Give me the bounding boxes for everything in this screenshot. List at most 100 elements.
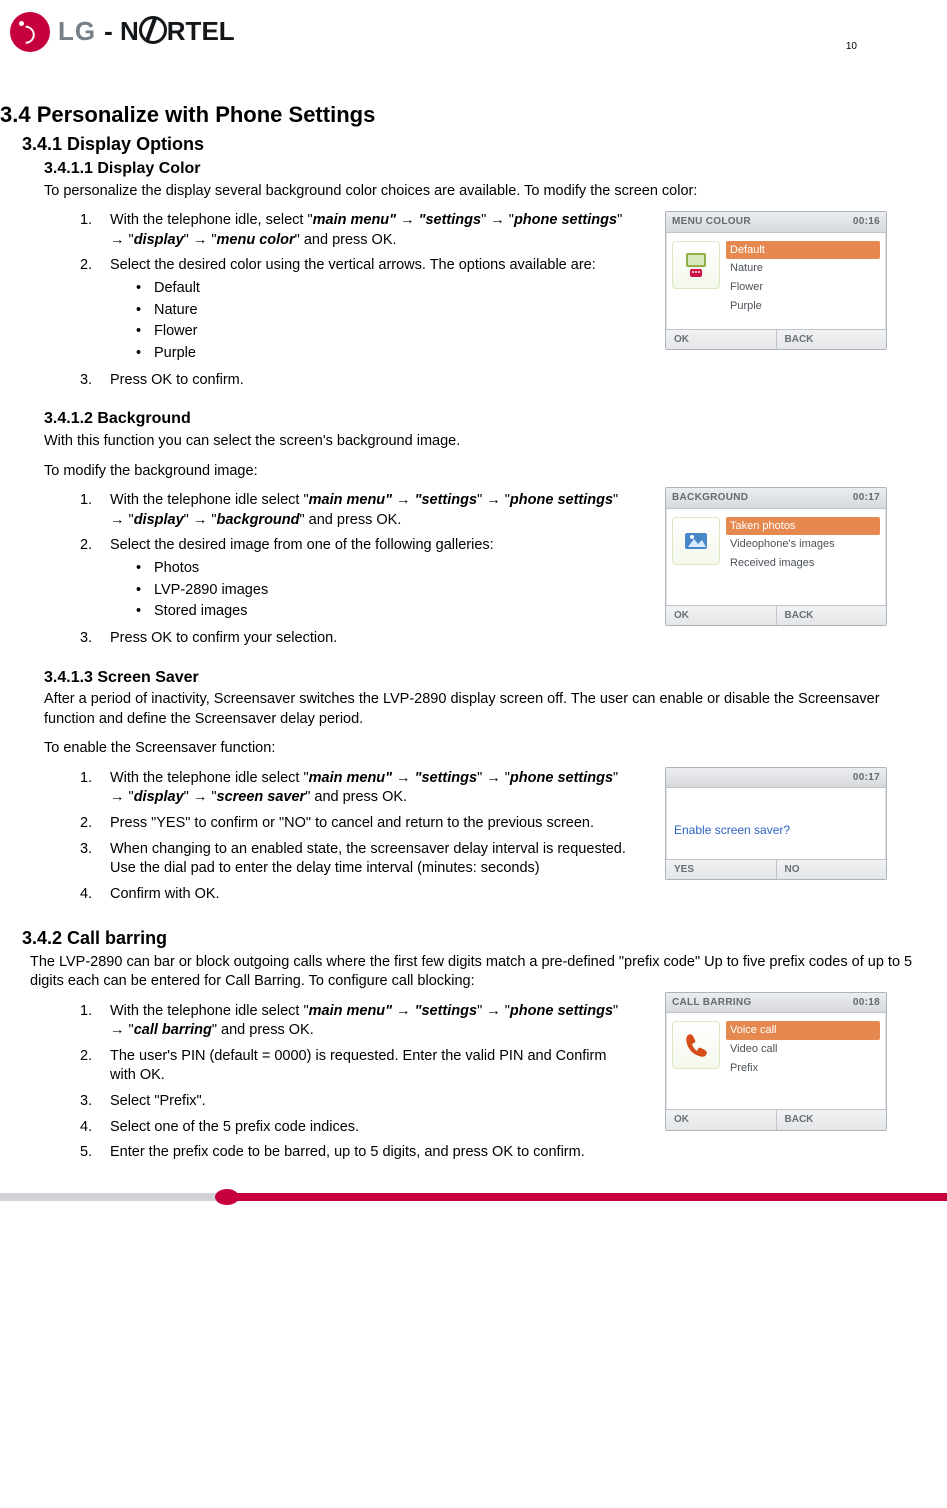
- screenshot-time: 00:17: [853, 491, 880, 505]
- screenshot-body: Default Nature Flower Purple: [666, 233, 886, 329]
- softkey-ok[interactable]: OK: [666, 330, 776, 350]
- option-default: Default: [126, 278, 628, 300]
- softkey-ok[interactable]: OK: [666, 1110, 776, 1130]
- screenshot-header: MENU COLOUR 00:16: [666, 212, 886, 233]
- para-background-a: With this function you can select the sc…: [44, 432, 914, 452]
- screenshot-body: Voice call Video call Prefix: [666, 1013, 886, 1109]
- screenshot-time: 00:17: [853, 771, 880, 785]
- nortel-o-icon: [139, 16, 167, 44]
- softkey-back[interactable]: BACK: [776, 1110, 887, 1130]
- step-2: Select the desired color using the verti…: [68, 256, 628, 365]
- screenshot-prompt: Enable screen saver?: [666, 788, 886, 858]
- menu-item-purple[interactable]: Purple: [726, 297, 880, 316]
- step-4: Select one of the 5 prefix code indices.: [68, 1118, 628, 1138]
- nortel-text: - NRTEL: [104, 14, 235, 49]
- option-flower: Flower: [126, 321, 628, 343]
- heading-3-4-1: 3.4.1 Display Options: [22, 132, 947, 156]
- logo-row: LG - NRTEL: [0, 8, 947, 52]
- step-3: Press OK to confirm.: [68, 371, 628, 391]
- screenshot-time: 00:16: [853, 215, 880, 229]
- option-stored-images: Stored images: [126, 601, 628, 623]
- para-screensaver-b: To enable the Screensaver function:: [44, 739, 914, 759]
- step-1: With the telephone idle select "main men…: [68, 491, 628, 530]
- step-2: The user's PIN (default = 0000) is reque…: [68, 1047, 628, 1086]
- screenshot-title: CALL BARRING: [672, 996, 752, 1010]
- content: 3.4 Personalize with Phone Settings 3.4.…: [0, 52, 947, 1163]
- option-purple: Purple: [126, 343, 628, 365]
- softkey-back[interactable]: BACK: [776, 330, 887, 350]
- softkey-back[interactable]: BACK: [776, 606, 887, 626]
- menu-item-received-images[interactable]: Received images: [726, 554, 880, 573]
- menu-item-flower[interactable]: Flower: [726, 278, 880, 297]
- section-call-barring: CALL BARRING 00:18 Voice call Video call…: [0, 1002, 947, 1163]
- screenshot-footer: OK BACK: [666, 605, 886, 626]
- screenshot-title: BACKGROUND: [672, 491, 748, 505]
- section-display-color: MENU COLOUR 00:16 Default Nature Flower …: [0, 211, 947, 390]
- gallery-options: Photos LVP-2890 images Stored images: [126, 558, 628, 623]
- step-4: Confirm with OK.: [68, 885, 628, 905]
- steps-background: With the telephone idle select "main men…: [68, 491, 628, 649]
- softkey-ok[interactable]: OK: [666, 606, 776, 626]
- para-call-barring: The LVP-2890 can bar or block outgoing c…: [30, 953, 930, 992]
- screenshot-footer: YES NO: [666, 859, 886, 880]
- step-1: With the telephone idle select "main men…: [68, 1002, 628, 1041]
- screenshot-footer: OK BACK: [666, 1109, 886, 1130]
- para-background-b: To modify the background image:: [44, 462, 914, 482]
- heading-3-4-1-1: 3.4.1.1 Display Color: [44, 158, 947, 180]
- heading-3-4: 3.4 Personalize with Phone Settings: [0, 100, 947, 130]
- para-screensaver-a: After a period of inactivity, Screensave…: [44, 690, 914, 729]
- screenshot-list: Default Nature Flower Purple: [726, 241, 880, 319]
- intro-display-color: To personalize the display several backg…: [44, 182, 914, 202]
- menu-item-taken-photos[interactable]: Taken photos: [726, 517, 880, 536]
- step-3: Press OK to confirm your selection.: [68, 629, 628, 649]
- footer-rule: [0, 1193, 947, 1201]
- color-options: Default Nature Flower Purple: [126, 278, 628, 365]
- step-2: Select the desired image from one of the…: [68, 536, 628, 623]
- screenshot-background: BACKGROUND 00:17 Taken photos Videophone…: [665, 487, 887, 626]
- menu-item-video-call[interactable]: Video call: [726, 1040, 880, 1059]
- softkey-yes[interactable]: YES: [666, 860, 776, 880]
- lg-nortel-logo: LG - NRTEL: [10, 12, 235, 52]
- menu-item-prefix[interactable]: Prefix: [726, 1059, 880, 1078]
- screenshot-screensaver: 00:17 Enable screen saver? YES NO: [665, 767, 887, 880]
- option-nature: Nature: [126, 300, 628, 322]
- steps-display-color: With the telephone idle, select "main me…: [68, 211, 628, 390]
- menu-item-nature[interactable]: Nature: [726, 259, 880, 278]
- screenshot-header: BACKGROUND 00:17: [666, 488, 886, 509]
- section-background: BACKGROUND 00:17 Taken photos Videophone…: [0, 491, 947, 649]
- screenshot-body: Taken photos Videophone's images Receive…: [666, 509, 886, 605]
- screenshot-list: Taken photos Videophone's images Receive…: [726, 517, 880, 595]
- heading-3-4-2: 3.4.2 Call barring: [22, 926, 947, 950]
- screenshot-menu-colour: MENU COLOUR 00:16 Default Nature Flower …: [665, 211, 887, 350]
- menu-item-voice-call[interactable]: Voice call: [726, 1021, 880, 1040]
- step-1: With the telephone idle, select "main me…: [68, 211, 628, 250]
- page-number: 10: [846, 40, 857, 54]
- steps-screensaver: With the telephone idle select "main men…: [68, 769, 628, 904]
- phone-icon: [672, 1021, 720, 1069]
- screenshot-header: CALL BARRING 00:18: [666, 993, 886, 1014]
- document-page: LG - NRTEL 10 3.4 Personalize with Phone…: [0, 0, 947, 1201]
- screenshot-time: 00:18: [853, 996, 880, 1010]
- option-lvp-images: LVP-2890 images: [126, 580, 628, 602]
- step-3: When changing to an enabled state, the s…: [68, 840, 628, 879]
- heading-3-4-1-3: 3.4.1.3 Screen Saver: [44, 667, 947, 689]
- screenshot-header: 00:17: [666, 768, 886, 789]
- heading-3-4-1-2: 3.4.1.2 Background: [44, 408, 947, 430]
- lg-circle-icon: [10, 12, 50, 52]
- section-screensaver: 00:17 Enable screen saver? YES NO With t…: [0, 769, 947, 904]
- step-1: With the telephone idle select "main men…: [68, 769, 628, 808]
- screenshot-title: MENU COLOUR: [672, 215, 751, 229]
- step-3: Select "Prefix".: [68, 1092, 628, 1112]
- menu-item-default[interactable]: Default: [726, 241, 880, 260]
- screenshot-call-barring: CALL BARRING 00:18 Voice call Video call…: [665, 992, 887, 1131]
- option-photos: Photos: [126, 558, 628, 580]
- steps-call-barring: With the telephone idle select "main men…: [68, 1002, 628, 1163]
- softkey-no[interactable]: NO: [776, 860, 887, 880]
- step-2: Press "YES" to confirm or "NO" to cancel…: [68, 814, 628, 834]
- screenshot-list: Voice call Video call Prefix: [726, 1021, 880, 1099]
- photos-icon: [672, 517, 720, 565]
- menu-item-videophone-images[interactable]: Videophone's images: [726, 535, 880, 554]
- phone-display-icon: [672, 241, 720, 289]
- step-5: Enter the prefix code to be barred, up t…: [68, 1143, 628, 1163]
- screenshot-footer: OK BACK: [666, 329, 886, 350]
